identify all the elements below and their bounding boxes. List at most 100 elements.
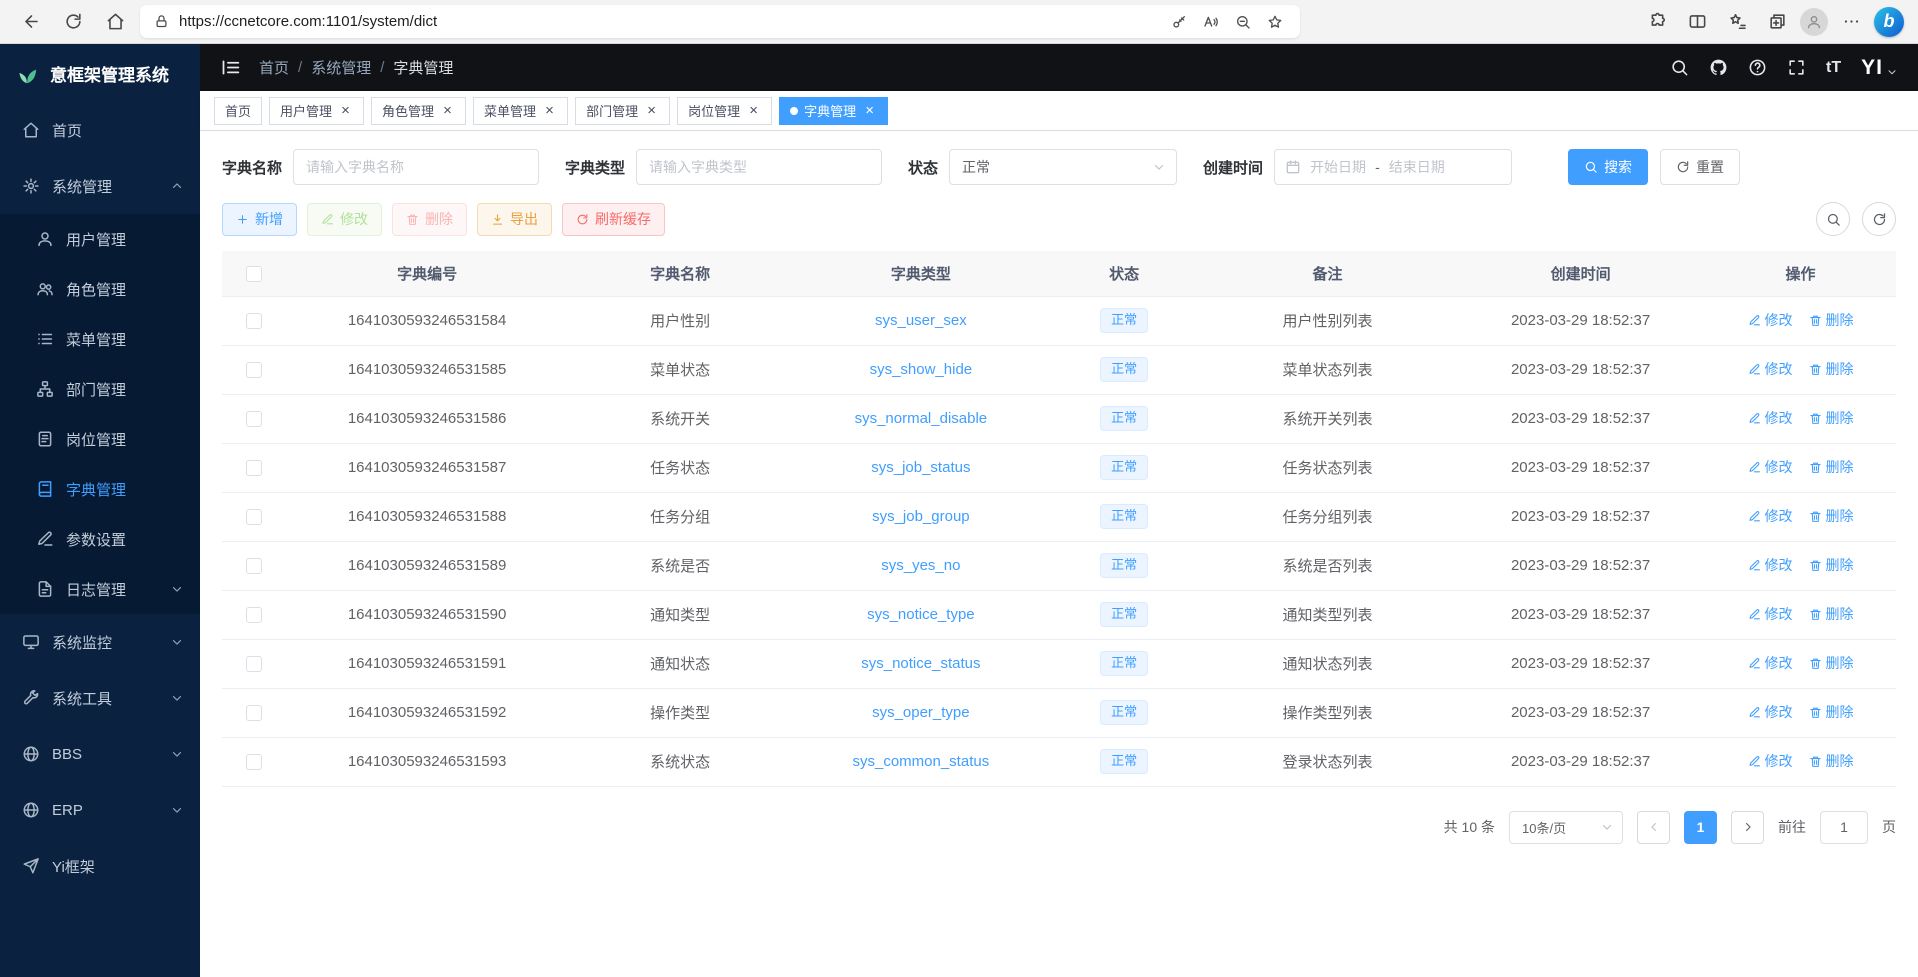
tab-close-icon[interactable]: × bbox=[644, 103, 659, 118]
tab-role[interactable]: 角色管理× bbox=[371, 97, 466, 125]
row-delete-link[interactable]: 删除 bbox=[1809, 653, 1854, 673]
breadcrumb-item[interactable]: 首页 bbox=[259, 57, 289, 78]
sidebar-item-tools[interactable]: 系统工具 bbox=[0, 670, 200, 726]
goto-page-input[interactable] bbox=[1820, 811, 1868, 844]
password-key-button[interactable] bbox=[1164, 7, 1194, 37]
row-checkbox[interactable] bbox=[246, 362, 262, 378]
browser-address-bar[interactable]: https://ccnetcore.com:1101/system/dict bbox=[140, 5, 1300, 38]
extensions-button[interactable] bbox=[1640, 5, 1674, 39]
sidebar-item-user[interactable]: 用户管理 bbox=[0, 214, 200, 264]
row-edit-link[interactable]: 修改 bbox=[1748, 751, 1793, 771]
tab-close-icon[interactable]: × bbox=[746, 103, 761, 118]
split-screen-button[interactable] bbox=[1680, 5, 1714, 39]
favorites-button[interactable] bbox=[1720, 5, 1754, 39]
sidebar-item-dict[interactable]: 字典管理 bbox=[0, 464, 200, 514]
page-number-button[interactable]: 1 bbox=[1684, 811, 1717, 844]
row-edit-link[interactable]: 修改 bbox=[1748, 702, 1793, 722]
page-size-select[interactable]: 10条/页 bbox=[1509, 811, 1623, 844]
delete-button[interactable]: 删除 bbox=[392, 203, 467, 236]
sidebar-item-home[interactable]: 首页 bbox=[0, 102, 200, 158]
row-delete-link[interactable]: 删除 bbox=[1809, 457, 1854, 477]
profile-avatar[interactable] bbox=[1800, 8, 1828, 36]
search-button[interactable]: 搜索 bbox=[1568, 149, 1648, 185]
row-edit-link[interactable]: 修改 bbox=[1748, 359, 1793, 379]
tab-close-icon[interactable]: × bbox=[338, 103, 353, 118]
tab-close-icon[interactable]: × bbox=[542, 103, 557, 118]
collections-button[interactable] bbox=[1760, 5, 1794, 39]
select-all-checkbox[interactable] bbox=[246, 266, 262, 282]
dict-type-link[interactable]: sys_job_group bbox=[872, 508, 970, 525]
dict-type-input[interactable] bbox=[636, 149, 882, 185]
bing-chat-button[interactable]: b bbox=[1874, 7, 1904, 37]
lock-icon[interactable] bbox=[154, 14, 169, 29]
refresh-cache-button[interactable]: 刷新缓存 bbox=[562, 203, 665, 236]
row-delete-link[interactable]: 删除 bbox=[1809, 555, 1854, 575]
row-delete-link[interactable]: 删除 bbox=[1809, 751, 1854, 771]
row-delete-link[interactable]: 删除 bbox=[1809, 702, 1854, 722]
date-range-picker[interactable]: 开始日期 - 结束日期 bbox=[1274, 149, 1512, 185]
row-edit-link[interactable]: 修改 bbox=[1748, 604, 1793, 624]
dict-type-link[interactable]: sys_common_status bbox=[852, 753, 989, 770]
help-icon[interactable] bbox=[1748, 58, 1767, 77]
row-edit-link[interactable]: 修改 bbox=[1748, 408, 1793, 428]
dict-type-link[interactable]: sys_yes_no bbox=[881, 557, 960, 574]
tab-post[interactable]: 岗位管理× bbox=[677, 97, 772, 125]
github-icon[interactable] bbox=[1709, 58, 1728, 77]
header-search-icon[interactable] bbox=[1670, 58, 1689, 77]
row-edit-link[interactable]: 修改 bbox=[1748, 310, 1793, 330]
row-delete-link[interactable]: 删除 bbox=[1809, 506, 1854, 526]
dict-type-link[interactable]: sys_user_sex bbox=[875, 312, 967, 329]
export-button[interactable]: 导出 bbox=[477, 203, 552, 236]
tab-close-icon[interactable]: × bbox=[862, 103, 877, 118]
row-delete-link[interactable]: 删除 bbox=[1809, 408, 1854, 428]
row-checkbox[interactable] bbox=[246, 656, 262, 672]
row-checkbox[interactable] bbox=[246, 754, 262, 770]
font-size-icon[interactable]: tT bbox=[1826, 60, 1841, 76]
tab-dict[interactable]: 字典管理× bbox=[779, 97, 888, 125]
row-checkbox[interactable] bbox=[246, 411, 262, 427]
tab-user[interactable]: 用户管理× bbox=[269, 97, 364, 125]
row-edit-link[interactable]: 修改 bbox=[1748, 555, 1793, 575]
dict-type-link[interactable]: sys_oper_type bbox=[872, 704, 970, 721]
row-checkbox[interactable] bbox=[246, 509, 262, 525]
row-delete-link[interactable]: 删除 bbox=[1809, 604, 1854, 624]
edit-button[interactable]: 修改 bbox=[307, 203, 382, 236]
sidebar-item-param[interactable]: 参数设置 bbox=[0, 514, 200, 564]
row-checkbox[interactable] bbox=[246, 460, 262, 476]
dict-type-link[interactable]: sys_show_hide bbox=[870, 361, 973, 378]
row-checkbox[interactable] bbox=[246, 607, 262, 623]
prev-page-button[interactable] bbox=[1637, 811, 1670, 844]
sidebar-item-yiframe[interactable]: Yi框架 bbox=[0, 838, 200, 894]
dict-type-link[interactable]: sys_notice_status bbox=[861, 655, 980, 672]
row-edit-link[interactable]: 修改 bbox=[1748, 457, 1793, 477]
browser-home-button[interactable] bbox=[98, 5, 132, 39]
read-aloud-button[interactable] bbox=[1196, 7, 1226, 37]
breadcrumb-item[interactable]: 系统管理 bbox=[311, 57, 371, 78]
add-button[interactable]: 新增 bbox=[222, 203, 297, 236]
row-edit-link[interactable]: 修改 bbox=[1748, 506, 1793, 526]
sidebar-item-role[interactable]: 角色管理 bbox=[0, 264, 200, 314]
tab-menu[interactable]: 菜单管理× bbox=[473, 97, 568, 125]
dict-type-link[interactable]: sys_job_status bbox=[871, 459, 970, 476]
reset-button[interactable]: 重置 bbox=[1660, 149, 1740, 185]
sidebar-item-menu[interactable]: 菜单管理 bbox=[0, 314, 200, 364]
user-avatar-logo[interactable]: YI bbox=[1861, 56, 1898, 80]
row-edit-link[interactable]: 修改 bbox=[1748, 653, 1793, 673]
browser-back-button[interactable] bbox=[14, 5, 48, 39]
row-checkbox[interactable] bbox=[246, 558, 262, 574]
sidebar-item-post[interactable]: 岗位管理 bbox=[0, 414, 200, 464]
table-refresh-button[interactable] bbox=[1862, 202, 1896, 236]
sidebar-item-monitor[interactable]: 系统监控 bbox=[0, 614, 200, 670]
row-checkbox[interactable] bbox=[246, 313, 262, 329]
tab-dept[interactable]: 部门管理× bbox=[575, 97, 670, 125]
sidebar-item-system[interactable]: 系统管理 bbox=[0, 158, 200, 214]
row-delete-link[interactable]: 删除 bbox=[1809, 359, 1854, 379]
sidebar-item-erp[interactable]: ERP bbox=[0, 782, 200, 838]
fullscreen-icon[interactable] bbox=[1787, 58, 1806, 77]
status-select[interactable]: 正常 bbox=[949, 149, 1177, 185]
next-page-button[interactable] bbox=[1731, 811, 1764, 844]
sidebar-item-bbs[interactable]: BBS bbox=[0, 726, 200, 782]
dict-type-link[interactable]: sys_notice_type bbox=[867, 606, 975, 623]
browser-refresh-button[interactable] bbox=[56, 5, 90, 39]
tab-close-icon[interactable]: × bbox=[440, 103, 455, 118]
